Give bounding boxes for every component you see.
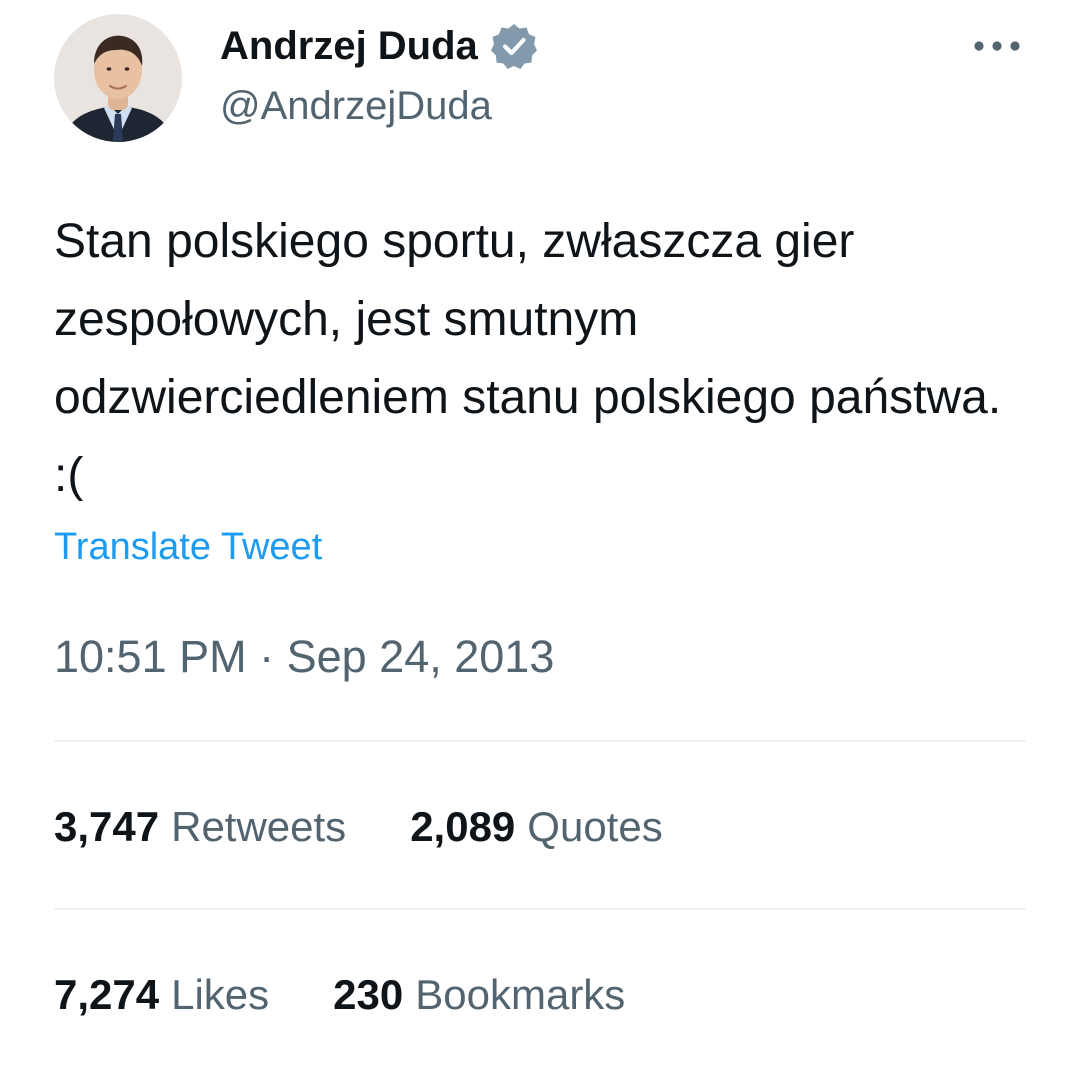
bookmarks-count: 230 (333, 971, 404, 1018)
likes-label: Likes (171, 971, 270, 1018)
tweet-date[interactable]: Sep 24, 2013 (287, 634, 555, 679)
author-name-row: Andrzej Duda (220, 20, 538, 72)
verified-badge-icon[interactable] (490, 22, 538, 70)
translate-tweet-link[interactable]: Translate Tweet (54, 528, 322, 566)
more-options-icon[interactable] (970, 28, 1024, 64)
quotes-stat[interactable]: 2,089 Quotes (410, 806, 663, 848)
author-handle[interactable]: @AndrzejDuda (220, 86, 492, 126)
retweets-stat[interactable]: 3,747 Retweets (54, 806, 346, 848)
stats-row-engagement: 7,274 Likes 230 Bookmarks (54, 974, 625, 1016)
avatar[interactable] (54, 14, 182, 142)
tweet-timestamp: 10:51 PM · Sep 24, 2013 (54, 634, 554, 679)
avatar-image (54, 14, 182, 142)
divider (54, 908, 1026, 910)
author-display-name[interactable]: Andrzej Duda (220, 26, 478, 66)
bookmarks-stat[interactable]: 230 Bookmarks (333, 974, 625, 1016)
quotes-count: 2,089 (410, 803, 516, 850)
divider (54, 740, 1026, 742)
quotes-label: Quotes (527, 803, 663, 850)
tweet-time[interactable]: 10:51 PM (54, 634, 247, 679)
retweets-count: 3,747 (54, 803, 160, 850)
timestamp-separator: · (246, 631, 287, 682)
retweets-label: Retweets (171, 803, 347, 850)
stats-row-shares: 3,747 Retweets 2,089 Quotes (54, 806, 663, 848)
tweet-text: Stan polskiego sportu, zwłaszcza gier ze… (54, 215, 1002, 502)
likes-stat[interactable]: 7,274 Likes (54, 974, 269, 1016)
bookmarks-label: Bookmarks (415, 971, 626, 1018)
likes-count: 7,274 (54, 971, 160, 1018)
